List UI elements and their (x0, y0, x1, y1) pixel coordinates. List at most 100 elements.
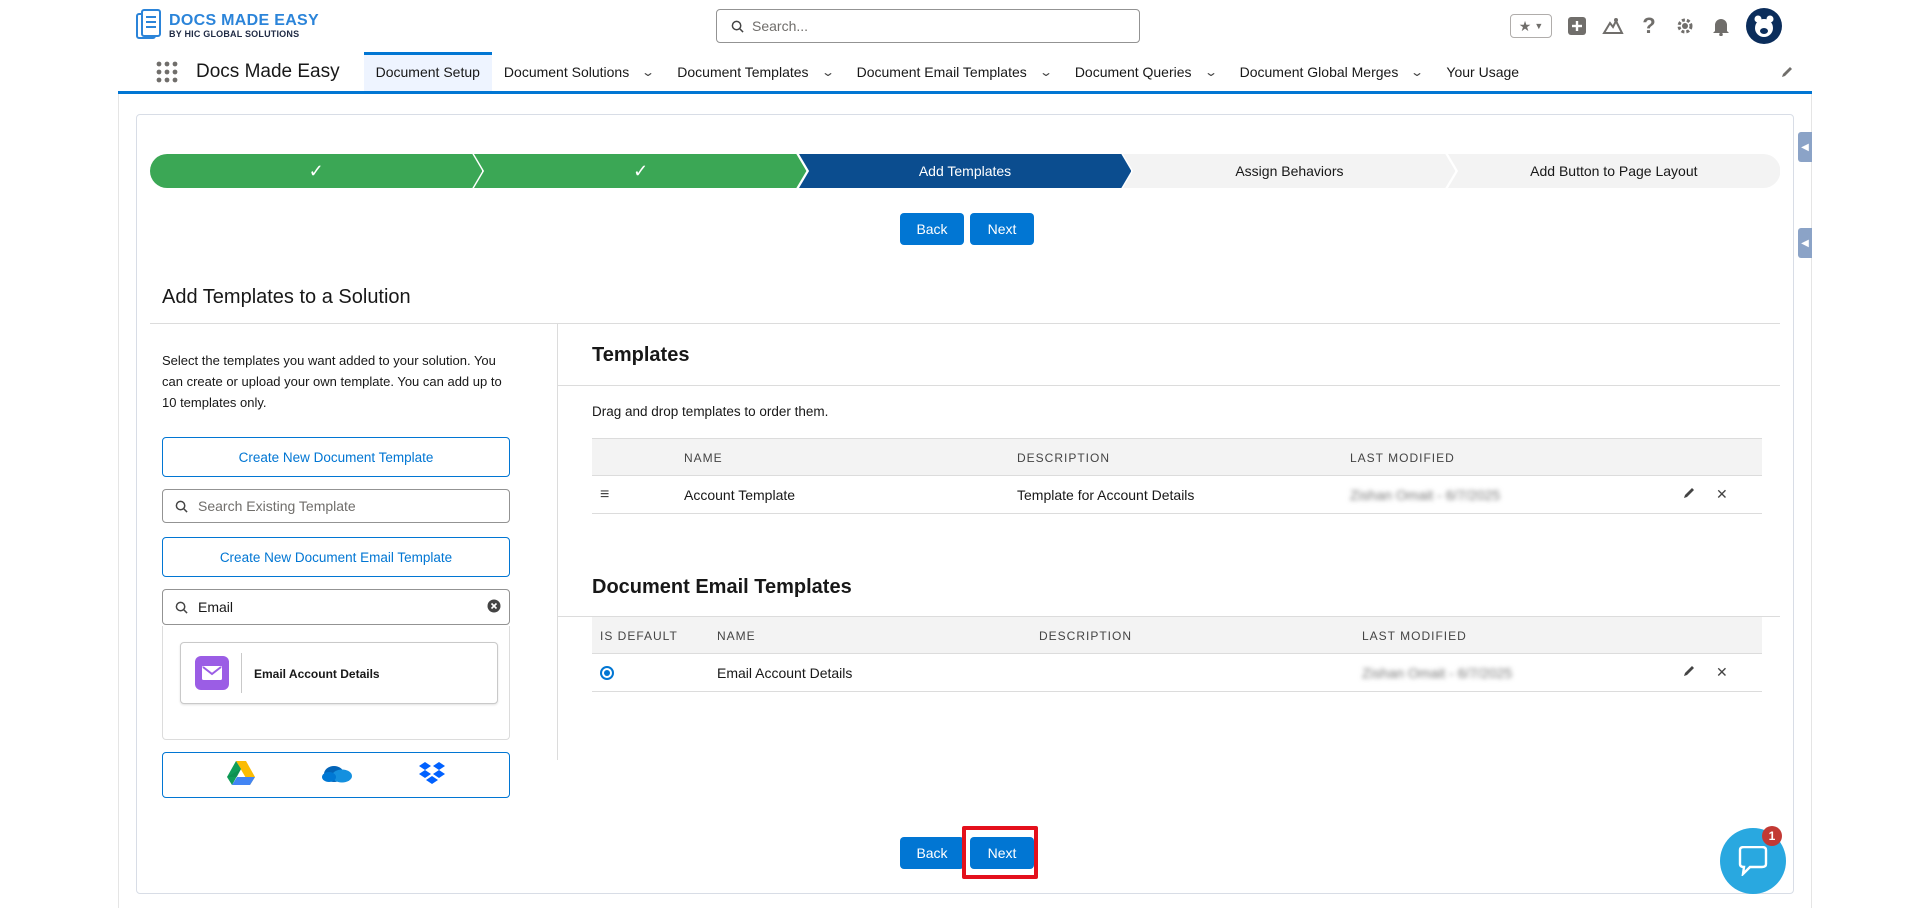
chevron-down-icon[interactable]: ⌄ (821, 65, 835, 79)
nav-tab-label: Document Setup (375, 63, 480, 80)
is-default-radio[interactable] (600, 666, 614, 680)
back-button[interactable]: Back (900, 213, 964, 245)
notifications-bell-icon[interactable] (1710, 15, 1732, 37)
column-header: Is Default (600, 629, 678, 643)
side-panel-toggle[interactable]: ◀ (1798, 228, 1812, 258)
progress-path: ✓ ✓ Add Templates Assign Behaviors Add B… (150, 154, 1781, 188)
document-logo-icon (135, 8, 165, 44)
search-placeholder: Search... (752, 18, 809, 34)
page-title: Add Templates to a Solution (162, 286, 411, 308)
favorites-button[interactable]: ★ ▼ (1510, 14, 1552, 38)
chevron-down-icon[interactable]: ⌄ (1204, 65, 1218, 79)
email-templates-heading: Document Email Templates (592, 576, 852, 598)
user-avatar[interactable] (1746, 8, 1782, 44)
settings-gear-icon[interactable] (1674, 15, 1696, 37)
cloud-import-bar (162, 752, 510, 798)
nav-tab-document-templates[interactable]: Document Templates ⌄ (665, 52, 844, 91)
column-header: Last Modified (1350, 451, 1455, 465)
nav-tab-document-setup[interactable]: Document Setup (363, 52, 492, 91)
trailhead-icon[interactable] (1602, 15, 1624, 37)
email-template-result-card[interactable]: Email Account Details (180, 642, 498, 704)
search-placeholder: Search Existing Template (198, 498, 356, 514)
global-header: DOCS MADE EASY BY HIC GLOBAL SOLUTIONS S… (118, 0, 1812, 52)
table-header: Is Default Name Description Last Modifie… (592, 616, 1762, 654)
help-icon[interactable]: ? (1638, 13, 1660, 38)
brand-tagline: BY HIC GLOBAL SOLUTIONS (169, 29, 300, 39)
column-header: Last Modified (1362, 629, 1467, 643)
nav-tab-label: Document Solutions (503, 63, 630, 80)
nav-tab-label: Document Templates (677, 63, 809, 80)
path-step-3[interactable]: Add Templates (798, 154, 1132, 188)
chevron-down-icon[interactable]: ⌄ (1039, 65, 1053, 79)
help-text: Select the templates you want added to y… (162, 353, 502, 410)
email-template-name: Email Account Details (717, 665, 853, 681)
template-name: Account Template (684, 487, 796, 503)
add-icon[interactable] (1566, 15, 1588, 37)
table-row[interactable]: ≡ Account Template Template for Account … (592, 476, 1762, 514)
back-button[interactable]: Back (900, 837, 964, 869)
google-drive-icon[interactable] (226, 760, 256, 791)
table-header: Name Description Last Modified (592, 438, 1762, 476)
nav-tab-document-email-templates[interactable]: Document Email Templates ⌄ (845, 52, 1063, 91)
onedrive-icon[interactable] (321, 763, 353, 788)
column-header: Name (717, 629, 756, 643)
templates-heading: Templates (592, 344, 690, 366)
templates-help-text: Drag and drop templates to order them. (592, 404, 829, 419)
search-icon (175, 500, 188, 513)
nav-tab-document-solutions[interactable]: Document Solutions ⌄ (492, 52, 665, 91)
app-launcher-icon[interactable] (142, 52, 192, 91)
edit-pencil-icon[interactable] (1682, 664, 1696, 681)
nav-tab-your-usage[interactable]: Your Usage (1434, 52, 1531, 91)
global-search-input[interactable]: Search... (716, 9, 1140, 43)
checkmark-icon: ✓ (308, 160, 324, 181)
header-icon-group: ★ ▼ ? (1510, 8, 1782, 44)
nav-tab-document-global-merges[interactable]: Document Global Merges ⌄ (1228, 52, 1435, 91)
path-step-2[interactable]: ✓ (474, 154, 807, 188)
divider (241, 653, 242, 693)
nav-tab-document-queries[interactable]: Document Queries ⌄ (1063, 52, 1228, 91)
remove-close-icon[interactable]: ✕ (1716, 664, 1728, 681)
dropbox-icon[interactable] (418, 761, 446, 790)
edit-nav-pencil-icon[interactable] (1780, 52, 1794, 91)
column-header: Description (1039, 629, 1133, 643)
create-email-template-button[interactable]: Create New Document Email Template (162, 537, 510, 577)
email-icon (195, 656, 229, 690)
column-header: Name (684, 451, 723, 465)
nav-tab-label: Document Global Merges (1239, 63, 1399, 80)
app-name: Docs Made Easy (196, 60, 340, 82)
chat-notification-badge: 1 (1762, 826, 1782, 846)
email-template-search-input[interactable]: Email (162, 589, 510, 625)
path-step-1[interactable]: ✓ (150, 154, 483, 188)
path-step-5[interactable]: Add Button to Page Layout (1447, 154, 1781, 188)
search-icon (175, 601, 188, 614)
nav-tab-label: Document Queries (1074, 63, 1192, 80)
result-label: Email Account Details (254, 667, 380, 681)
create-document-template-button[interactable]: Create New Document Template (162, 437, 510, 477)
brand-logo[interactable]: DOCS MADE EASY BY HIC GLOBAL SOLUTIONS (135, 8, 319, 44)
search-icon (731, 20, 744, 33)
email-templates-table: Is Default Name Description Last Modifie… (592, 616, 1762, 692)
chevron-down-icon[interactable]: ⌄ (1410, 65, 1424, 79)
remove-close-icon[interactable]: ✕ (1716, 486, 1728, 503)
edit-pencil-icon[interactable] (1682, 486, 1696, 503)
chevron-down-icon: ▼ (1534, 21, 1544, 31)
drag-handle-icon[interactable]: ≡ (600, 486, 609, 504)
path-step-4[interactable]: Assign Behaviors (1123, 154, 1456, 188)
brand-name: DOCS MADE EASY (169, 12, 319, 29)
path-step-label: Add Templates (918, 163, 1012, 179)
email-template-last-modified: Zishan Omait - 6/7/2025 (1362, 665, 1513, 681)
column-header: Description (1017, 451, 1111, 465)
table-row[interactable]: Email Account Details Zishan Omait - 6/7… (592, 654, 1762, 692)
top-button-row: Back Next (900, 213, 1034, 245)
next-button[interactable]: Next (970, 213, 1034, 245)
nav-tab-label: Document Email Templates (856, 63, 1027, 80)
nav-tab-label: Your Usage (1446, 63, 1520, 80)
template-last-modified: Zishan Omait - 6/7/2025 (1350, 487, 1501, 503)
highlight-box (962, 826, 1038, 879)
chevron-down-icon[interactable]: ⌄ (641, 65, 655, 79)
search-value: Email (198, 599, 234, 615)
clear-search-icon[interactable] (487, 599, 501, 616)
divider (558, 385, 1780, 386)
search-existing-template-input[interactable]: Search Existing Template (162, 489, 510, 523)
side-panel-toggle[interactable]: ◀ (1798, 132, 1812, 162)
